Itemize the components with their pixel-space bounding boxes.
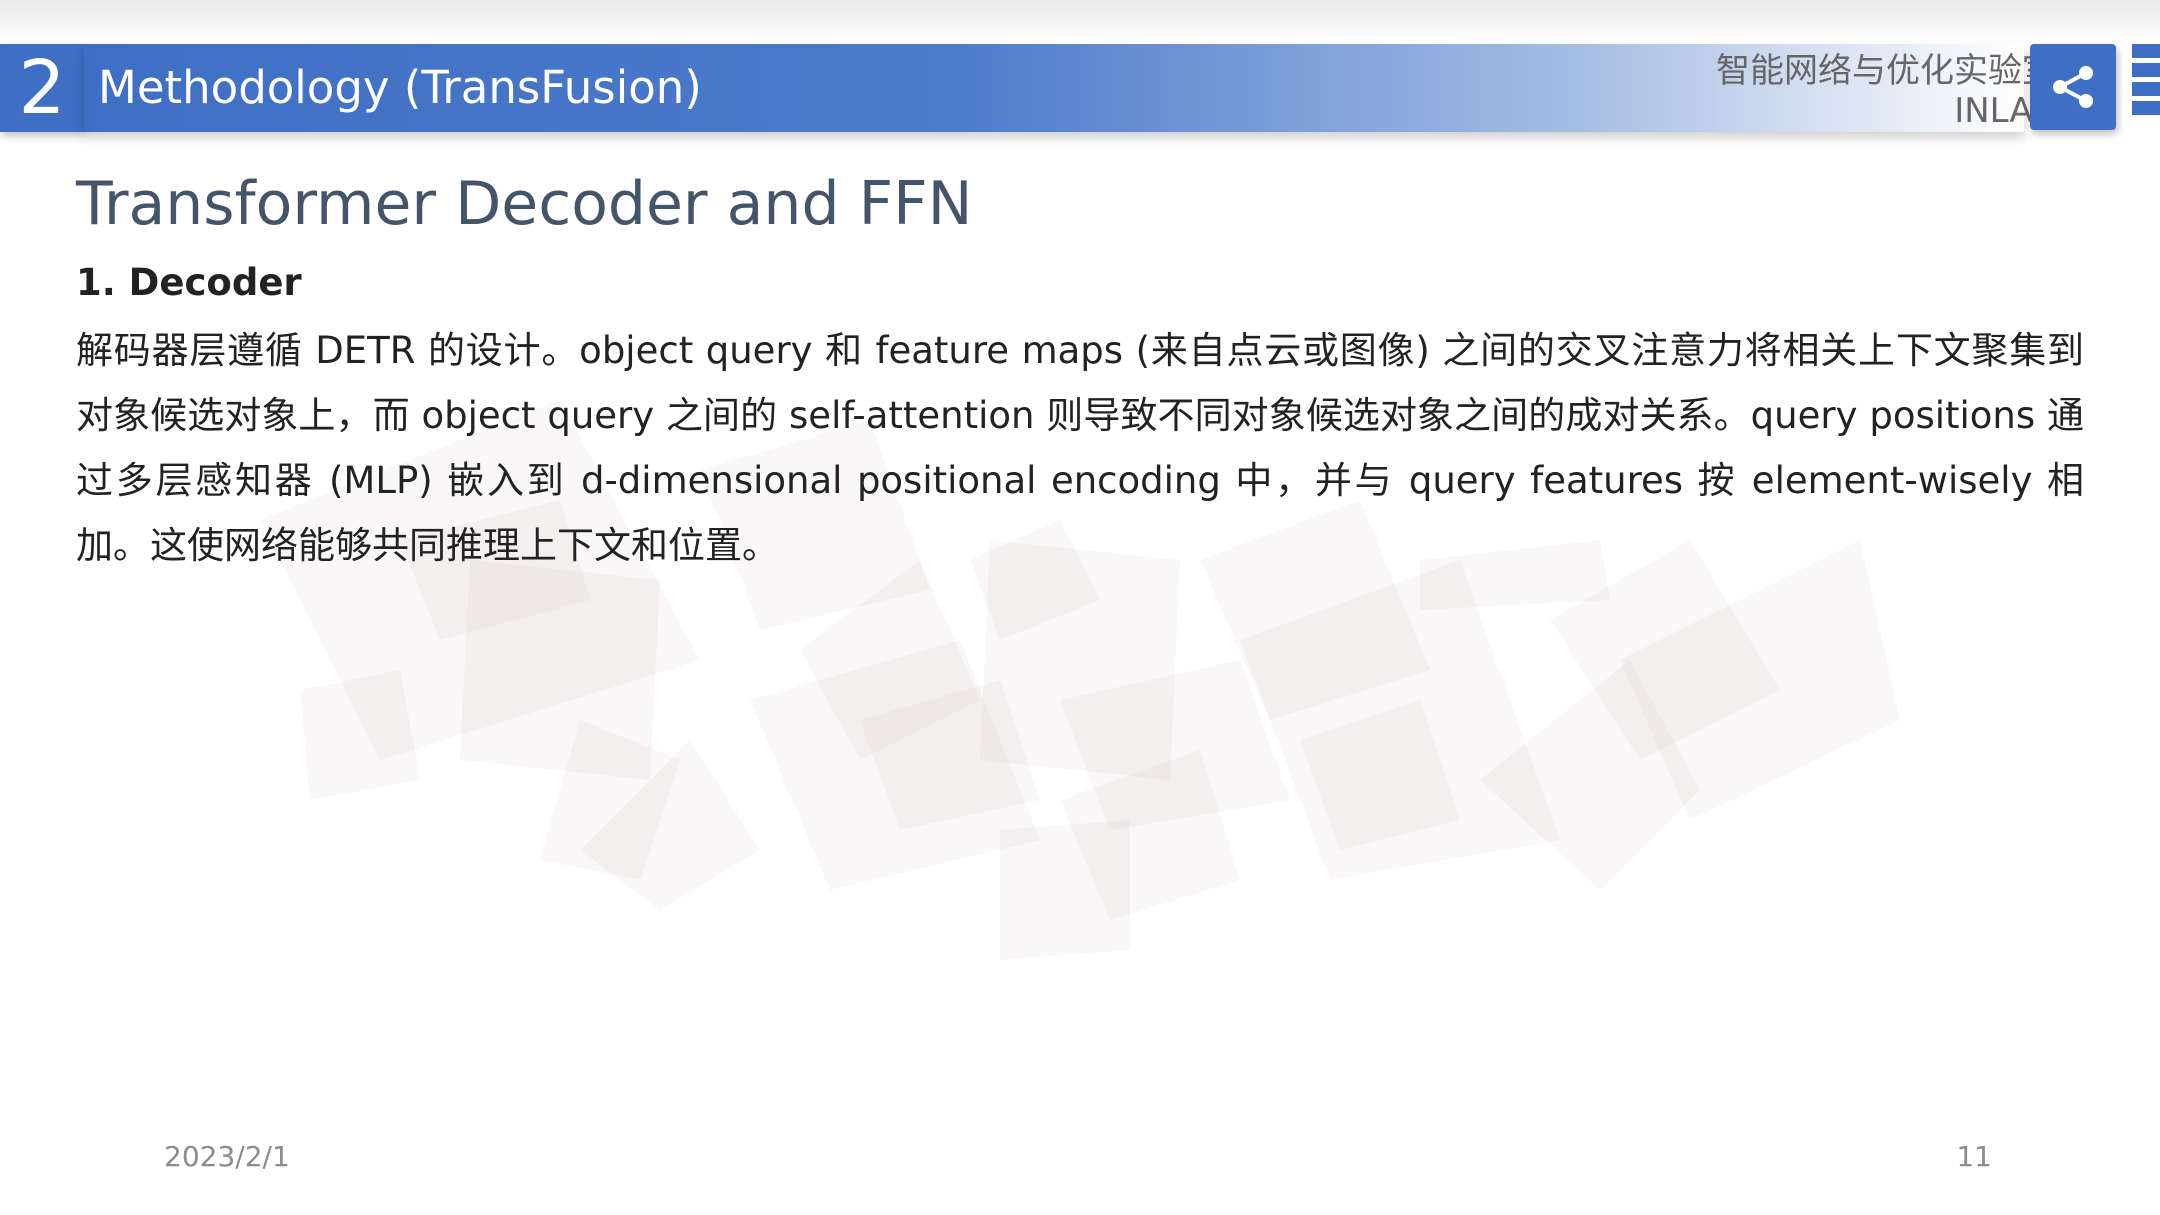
edge-stripes bbox=[2132, 44, 2160, 132]
header-title: Methodology (TransFusion) bbox=[98, 61, 702, 114]
share-icon bbox=[2053, 66, 2093, 108]
edge-stripe bbox=[2132, 44, 2160, 58]
header-top-shade bbox=[0, 0, 2160, 44]
section-subheading: 1. Decoder bbox=[76, 261, 302, 304]
section-number-badge: 2 bbox=[0, 44, 84, 132]
slide-title: Transformer Decoder and FFN bbox=[76, 169, 973, 239]
edge-stripe bbox=[2132, 63, 2160, 77]
share-button[interactable] bbox=[2030, 44, 2116, 130]
lab-name-en: INLAB bbox=[1954, 91, 2056, 131]
lab-name-cn: 智能网络与优化实验室 bbox=[1716, 51, 2056, 91]
body-paragraph: 解码器层遵循 DETR 的设计。object query 和 feature m… bbox=[76, 329, 2084, 567]
footer-date: 2023/2/1 bbox=[164, 1140, 290, 1173]
lab-name-block: 智能网络与优化实验室 INLAB bbox=[1716, 50, 2056, 130]
page-number: 11 bbox=[1956, 1140, 1992, 1173]
edge-stripe bbox=[2132, 101, 2160, 115]
edge-stripe bbox=[2132, 82, 2160, 96]
